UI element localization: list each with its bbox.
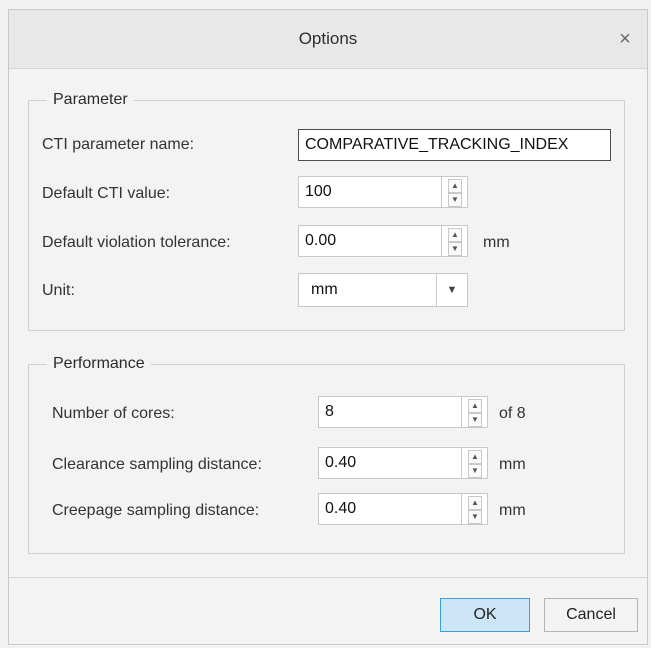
creepage-unit: mm [499, 502, 526, 519]
options-dialog: Options × Parameter CTI parameter name: … [8, 9, 648, 645]
creepage-input[interactable] [318, 493, 462, 525]
dialog-title: Options [298, 29, 358, 48]
default-cti-stepper[interactable]: ▲ ▼ [442, 176, 468, 208]
creepage-stepper[interactable]: ▲ ▼ [462, 493, 488, 525]
violation-tolerance-input[interactable] [298, 225, 442, 257]
decrement-icon[interactable]: ▼ [468, 464, 482, 478]
increment-icon[interactable]: ▲ [468, 399, 482, 413]
ok-button[interactable]: OK [440, 598, 530, 632]
increment-icon[interactable]: ▲ [448, 179, 462, 193]
clearance-label: Clearance sampling distance: [52, 456, 262, 473]
increment-icon[interactable]: ▲ [468, 496, 482, 510]
cores-label: Number of cores: [52, 405, 175, 422]
cti-name-label: CTI parameter name: [42, 136, 195, 153]
unit-label: Unit: [42, 282, 75, 299]
decrement-icon[interactable]: ▼ [448, 242, 462, 256]
decrement-icon[interactable]: ▼ [468, 510, 482, 524]
cores-total: of 8 [499, 405, 526, 422]
cores-stepper[interactable]: ▲ ▼ [462, 396, 488, 428]
violation-tolerance-unit: mm [483, 234, 510, 251]
default-cti-label: Default CTI value: [42, 185, 171, 202]
increment-icon[interactable]: ▲ [448, 228, 462, 242]
unit-select-value: mm [311, 281, 338, 298]
cancel-button[interactable]: Cancel [544, 598, 638, 632]
cti-name-input[interactable] [298, 129, 611, 161]
decrement-icon[interactable]: ▼ [448, 193, 462, 207]
increment-icon[interactable]: ▲ [468, 450, 482, 464]
violation-tolerance-label: Default violation tolerance: [42, 234, 231, 251]
chevron-down-icon[interactable]: ▼ [436, 274, 467, 306]
unit-select[interactable]: mm ▼ [298, 273, 468, 307]
parameter-legend: Parameter [53, 91, 128, 108]
cores-input[interactable] [318, 396, 462, 428]
title-bar: Options × [9, 10, 647, 69]
clearance-unit: mm [499, 456, 526, 473]
default-cti-input[interactable] [298, 176, 442, 208]
performance-legend: Performance [53, 355, 145, 372]
clearance-stepper[interactable]: ▲ ▼ [462, 447, 488, 479]
close-icon[interactable]: × [613, 27, 637, 51]
creepage-label: Creepage sampling distance: [52, 502, 260, 519]
decrement-icon[interactable]: ▼ [468, 413, 482, 427]
violation-tolerance-stepper[interactable]: ▲ ▼ [442, 225, 468, 257]
clearance-input[interactable] [318, 447, 462, 479]
footer-divider [9, 577, 647, 578]
